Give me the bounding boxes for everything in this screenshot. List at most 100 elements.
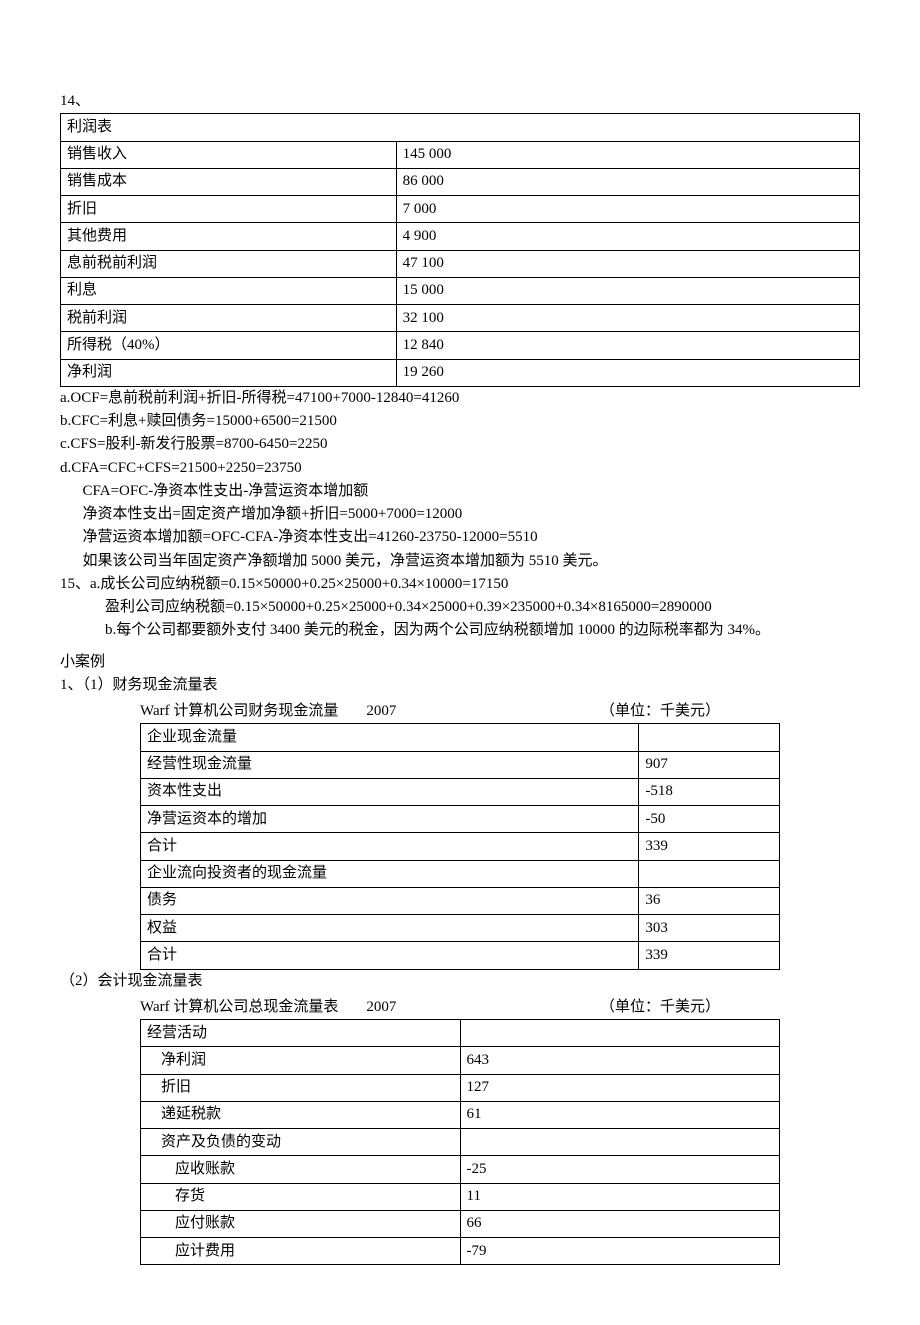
row-value: 339 — [639, 942, 780, 969]
row-label: 资本性支出 — [141, 778, 639, 805]
table-row: 经营活动 — [141, 1020, 780, 1047]
table-row: 应计费用-79 — [141, 1238, 780, 1265]
row-label: 利息 — [61, 277, 397, 304]
row-label: 所得税（40%） — [61, 332, 397, 359]
calc-d2: CFA=OFC-净资本性支出-净营运资本增加额 — [60, 480, 860, 503]
row-label: 权益 — [141, 915, 639, 942]
row-value: 303 — [639, 915, 780, 942]
row-value: -518 — [639, 778, 780, 805]
table-row: 其他费用4 900 — [61, 223, 860, 250]
row-value: 86 000 — [396, 168, 859, 195]
table-row: 销售成本86 000 — [61, 168, 860, 195]
calc-b: b.CFC=利息+赎回债务=15000+6500=21500 — [60, 410, 860, 433]
row-label: 应付账款 — [141, 1210, 461, 1237]
row-value: -79 — [460, 1238, 780, 1265]
row-label: 经营活动 — [141, 1020, 461, 1047]
table-row: 存货11 — [141, 1183, 780, 1210]
row-value: 66 — [460, 1210, 780, 1237]
row-label: 折旧 — [61, 196, 397, 223]
table-row: 息前税前利润47 100 — [61, 250, 860, 277]
row-label: 资产及负债的变动 — [141, 1129, 461, 1156]
row-value — [460, 1020, 780, 1047]
table-row: 递延税款61 — [141, 1101, 780, 1128]
table-row: 企业流向投资者的现金流量 — [141, 860, 780, 887]
row-value: -50 — [639, 806, 780, 833]
row-label: 折旧 — [141, 1074, 461, 1101]
row-value: 12 840 — [396, 332, 859, 359]
calc-c: c.CFS=股利-新发行股票=8700-6450=2250 — [60, 433, 860, 456]
case2-label: （2）会计现金流量表 — [60, 970, 860, 993]
row-value: 47 100 — [396, 250, 859, 277]
row-label: 递延税款 — [141, 1101, 461, 1128]
table-row: 净利润19 260 — [61, 359, 860, 386]
table-row: 应付账款66 — [141, 1210, 780, 1237]
row-label: 合计 — [141, 942, 639, 969]
op-caption-right: （单位：千美元） — [600, 996, 720, 1019]
row-label: 净营运资本的增加 — [141, 806, 639, 833]
income-statement-table: 利润表 销售收入145 000销售成本86 000折旧7 000其他费用4 90… — [60, 113, 860, 387]
row-value: 4 900 — [396, 223, 859, 250]
row-value: -25 — [460, 1156, 780, 1183]
row-value: 339 — [639, 833, 780, 860]
q15-a1: 15、a.成长公司应纳税额=0.15×50000+0.25×25000+0.34… — [60, 573, 860, 596]
table-row: 合计339 — [141, 942, 780, 969]
table-row: 资产及负债的变动 — [141, 1129, 780, 1156]
row-value: 907 — [639, 751, 780, 778]
calc-d5: 如果该公司当年固定资产净额增加 5000 美元，净营运资本增加额为 5510 美… — [60, 550, 860, 573]
table-row: 净营运资本的增加-50 — [141, 806, 780, 833]
row-label: 销售收入 — [61, 141, 397, 168]
row-value: 145 000 — [396, 141, 859, 168]
calc-d1: d.CFA=CFC+CFS=21500+2250=23750 — [60, 457, 860, 480]
row-label: 净利润 — [141, 1047, 461, 1074]
row-value: 36 — [639, 887, 780, 914]
row-value — [460, 1129, 780, 1156]
table-row: 应收账款-25 — [141, 1156, 780, 1183]
row-value: 19 260 — [396, 359, 859, 386]
table-row: 净利润643 — [141, 1047, 780, 1074]
case-label: 小案例 — [60, 651, 860, 674]
row-value: 643 — [460, 1047, 780, 1074]
table-row: 利息15 000 — [61, 277, 860, 304]
table-row: 税前利润32 100 — [61, 305, 860, 332]
table-row: 销售收入145 000 — [61, 141, 860, 168]
table-row: 折旧127 — [141, 1074, 780, 1101]
cf-caption-right: （单位：千美元） — [600, 700, 720, 723]
table-row: 权益303 — [141, 915, 780, 942]
row-value — [639, 860, 780, 887]
table-row: 经营性现金流量907 — [141, 751, 780, 778]
q15-b: b.每个公司都要额外支付 3400 美元的税金，因为两个公司应纳税额增加 100… — [60, 619, 860, 642]
row-label: 税前利润 — [61, 305, 397, 332]
table-row: 企业现金流量 — [141, 724, 780, 751]
table-row: 折旧7 000 — [61, 196, 860, 223]
table-row: 所得税（40%）12 840 — [61, 332, 860, 359]
op-table: 经营活动净利润643折旧127递延税款61资产及负债的变动应收账款-25存货11… — [140, 1019, 780, 1265]
table-row: 债务36 — [141, 887, 780, 914]
row-value: 11 — [460, 1183, 780, 1210]
row-label: 销售成本 — [61, 168, 397, 195]
table-row: 资本性支出-518 — [141, 778, 780, 805]
row-value: 15 000 — [396, 277, 859, 304]
calc-d4: 净营运资本增加额=OFC-CFA-净资本性支出=41260-23750-1200… — [60, 526, 860, 549]
row-value — [639, 724, 780, 751]
op-caption-left: Warf 计算机公司总现金流量表 — [140, 996, 338, 1019]
calc-d3: 净资本性支出=固定资产增加净额+折旧=5000+7000=12000 — [60, 503, 860, 526]
row-label: 存货 — [141, 1183, 461, 1210]
cf-table-caption: Warf 计算机公司财务现金流量 2007 （单位：千美元） — [140, 700, 780, 723]
row-value: 32 100 — [396, 305, 859, 332]
row-label: 应收账款 — [141, 1156, 461, 1183]
q15-a2: 盈利公司应纳税额=0.15×50000+0.25×25000+0.34×2500… — [60, 596, 860, 619]
cf-caption-year: 2007 — [366, 703, 396, 719]
op-table-caption: Warf 计算机公司总现金流量表 2007 （单位：千美元） — [140, 996, 780, 1019]
row-label: 企业流向投资者的现金流量 — [141, 860, 639, 887]
row-label: 其他费用 — [61, 223, 397, 250]
cf-caption-left: Warf 计算机公司财务现金流量 — [140, 700, 338, 723]
row-value: 127 — [460, 1074, 780, 1101]
row-label: 债务 — [141, 887, 639, 914]
op-caption-year: 2007 — [366, 999, 396, 1015]
cf-table: 企业现金流量经营性现金流量907资本性支出-518净营运资本的增加-50合计33… — [140, 723, 780, 969]
row-value: 7 000 — [396, 196, 859, 223]
calc-a: a.OCF=息前税前利润+折旧-所得税=47100+7000-12840=412… — [60, 387, 860, 410]
income-statement-title: 利润表 — [61, 114, 860, 141]
row-label: 企业现金流量 — [141, 724, 639, 751]
row-value: 61 — [460, 1101, 780, 1128]
